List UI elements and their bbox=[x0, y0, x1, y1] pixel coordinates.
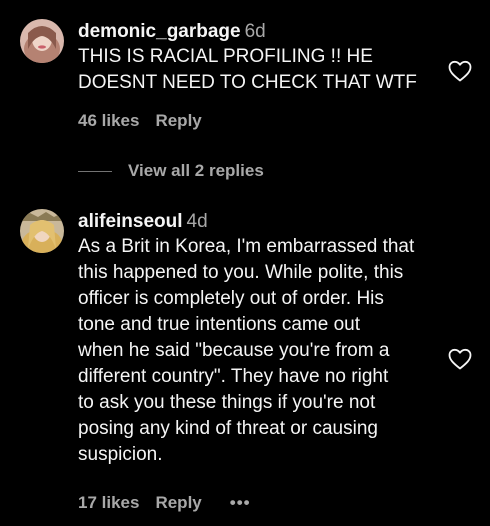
comment-header: alifeinseoul 4d bbox=[78, 209, 414, 234]
comment-content: alifeinseoul 4d As a Brit in Korea, I'm e… bbox=[78, 209, 414, 468]
view-replies-label[interactable]: View all 2 replies bbox=[128, 161, 264, 180]
comment-text-line: suspicion. bbox=[78, 444, 163, 465]
avatar[interactable] bbox=[20, 209, 64, 253]
like-count[interactable]: 46 likes bbox=[78, 111, 139, 130]
reply-button[interactable]: Reply bbox=[155, 493, 201, 512]
comment-text-line: when he said "because you're from a bbox=[78, 340, 390, 361]
comment-header: demonic_garbage 6d bbox=[78, 19, 417, 44]
comment-actions: 46 likes Reply bbox=[78, 111, 202, 131]
avatar-image bbox=[20, 209, 64, 253]
comment-text-line: As a Brit in Korea, I'm embarrassed that bbox=[78, 236, 415, 257]
comment-text-line: posing any kind of threat or causing bbox=[78, 418, 378, 439]
heart-outline-icon[interactable] bbox=[448, 348, 472, 370]
avatar[interactable] bbox=[20, 19, 64, 63]
comment-username[interactable]: demonic_garbage bbox=[78, 21, 241, 42]
comment-timestamp[interactable]: 4d bbox=[187, 211, 208, 232]
heart-outline-icon[interactable] bbox=[448, 60, 472, 82]
replies-divider-line bbox=[78, 171, 112, 173]
comment-text: THIS IS RACIAL PROFILING !! HE DOESNT NE… bbox=[78, 44, 417, 96]
avatar-image bbox=[20, 19, 64, 63]
comment-content: demonic_garbage 6d THIS IS RACIAL PROFILI… bbox=[78, 19, 417, 96]
comment-actions: 17 likes Reply ••• bbox=[78, 493, 251, 513]
comment-text-line: tone and true intentions came out bbox=[78, 314, 361, 335]
more-options-icon[interactable]: ••• bbox=[230, 493, 251, 512]
comment-text-line: DOESNT NEED TO CHECK THAT WTF bbox=[78, 72, 417, 93]
comment-text-line: THIS IS RACIAL PROFILING !! HE bbox=[78, 46, 373, 67]
comment-text-line: different country". They have no right bbox=[78, 366, 389, 387]
comment-username[interactable]: alifeinseoul bbox=[78, 211, 183, 232]
comment-text-line: to ask you these things if you're not bbox=[78, 392, 376, 413]
comment-text: As a Brit in Korea, I'm embarrassed that… bbox=[78, 234, 414, 468]
reply-button[interactable]: Reply bbox=[155, 111, 201, 130]
comment-text-line: this happened to you. While polite, this bbox=[78, 262, 404, 283]
comment-timestamp[interactable]: 6d bbox=[245, 21, 266, 42]
comment-text-line: officer is completely out of order. His bbox=[78, 288, 384, 309]
view-replies-button[interactable]: View all 2 replies bbox=[78, 161, 264, 183]
like-count[interactable]: 17 likes bbox=[78, 493, 139, 512]
